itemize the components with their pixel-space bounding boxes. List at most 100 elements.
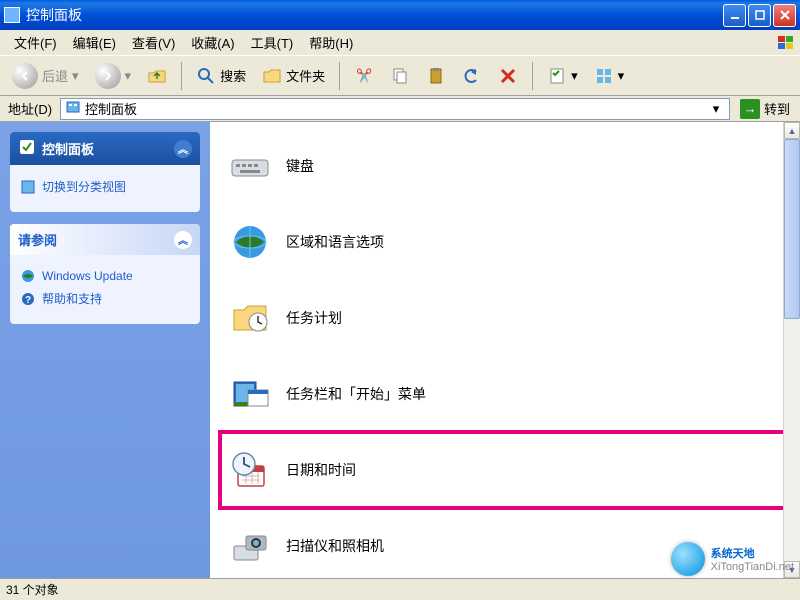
datetime-icon xyxy=(228,448,272,492)
chevron-down-icon: ▾ xyxy=(125,68,132,84)
vertical-scrollbar[interactable]: ▲ ▼ xyxy=(783,122,800,578)
window-controls xyxy=(723,4,796,27)
clipboard-icon xyxy=(426,66,446,86)
item-regional[interactable]: 区域和语言选项 xyxy=(220,204,790,280)
undo-button[interactable] xyxy=(456,62,488,90)
switch-view-link[interactable]: 切换到分类视图 xyxy=(20,175,190,198)
toolbar: 后退 ▾ ▾ 搜索 文件夹 ✂️ ▾ ▾ xyxy=(0,56,800,96)
title-bar: 控制面板 xyxy=(0,0,800,30)
menu-tools[interactable]: 工具(T) xyxy=(243,31,302,54)
item-scheduled-tasks[interactable]: 任务计划 xyxy=(220,280,790,356)
panel-body: 切换到分类视图 xyxy=(10,165,200,212)
windows-flag-icon xyxy=(776,34,796,52)
back-icon xyxy=(12,63,38,89)
paste-button[interactable] xyxy=(420,62,452,90)
delete-icon xyxy=(498,66,518,86)
back-button[interactable]: 后退 ▾ xyxy=(6,59,85,93)
item-scanners[interactable]: 扫描仪和照相机 xyxy=(220,508,790,578)
app-icon xyxy=(4,7,20,23)
chevron-down-icon: ▾ xyxy=(571,68,578,84)
panel-control-panel: 控制面板 ︽ 切换到分类视图 xyxy=(10,132,200,212)
panel-see-also: 请参阅 ︽ Windows Update ? 帮助和支持 xyxy=(10,224,200,324)
scroll-down-button[interactable]: ▼ xyxy=(784,561,800,578)
scissors-icon: ✂️ xyxy=(354,66,374,86)
scroll-up-button[interactable]: ▲ xyxy=(784,122,800,139)
scroll-thumb[interactable] xyxy=(784,139,800,319)
menu-file[interactable]: 文件(F) xyxy=(6,31,65,54)
svg-text:?: ? xyxy=(25,295,31,306)
menu-edit[interactable]: 编辑(E) xyxy=(65,31,124,54)
copy-button[interactable] xyxy=(384,62,416,90)
sidebar: 控制面板 ︽ 切换到分类视图 请参阅 ︽ Windows Update xyxy=(0,122,210,578)
help-support-link[interactable]: ? 帮助和支持 xyxy=(20,287,190,310)
taskbar-icon xyxy=(228,372,272,416)
chevron-down-icon: ▾ xyxy=(72,68,79,84)
views-button[interactable]: ▾ xyxy=(588,62,631,90)
item-label: 键盘 xyxy=(286,156,314,176)
cut-button[interactable]: ✂️ xyxy=(348,62,380,90)
separator xyxy=(339,62,340,90)
folders-label: 文件夹 xyxy=(286,66,325,85)
properties-icon xyxy=(547,66,567,86)
item-label: 日期和时间 xyxy=(286,460,356,480)
undo-icon xyxy=(462,66,482,86)
collapse-icon[interactable]: ︽ xyxy=(174,140,192,158)
close-button[interactable] xyxy=(773,4,796,27)
panel-title: 请参阅 xyxy=(18,230,57,249)
go-arrow-icon: → xyxy=(740,99,760,119)
status-bar: 31 个对象 xyxy=(0,578,800,600)
item-label: 区域和语言选项 xyxy=(286,232,384,252)
content-area: 键盘 区域和语言选项 任务计划 任务栏和「开始」菜单 日期和时间 扫描仪和照相机… xyxy=(210,122,800,578)
go-label: 转到 xyxy=(764,99,790,118)
keyboard-icon xyxy=(228,144,272,188)
folders-button[interactable]: 文件夹 xyxy=(256,62,331,90)
folders-icon xyxy=(262,66,282,86)
link-label: Windows Update xyxy=(42,269,133,283)
check-icon xyxy=(18,138,36,159)
body: 控制面板 ︽ 切换到分类视图 请参阅 ︽ Windows Update xyxy=(0,122,800,578)
address-dropdown[interactable]: ▾ xyxy=(707,101,725,117)
menu-help[interactable]: 帮助(H) xyxy=(301,31,361,54)
forward-icon xyxy=(95,63,121,89)
item-datetime[interactable]: 日期和时间 xyxy=(220,432,790,508)
chevron-down-icon: ▾ xyxy=(618,68,625,84)
up-button[interactable] xyxy=(141,62,173,90)
panel-body: Windows Update ? 帮助和支持 xyxy=(10,255,200,324)
windows-update-link[interactable]: Windows Update xyxy=(20,265,190,287)
item-label: 任务栏和「开始」菜单 xyxy=(286,384,426,404)
address-bar: 地址(D) 控制面板 ▾ → 转到 xyxy=(0,96,800,122)
maximize-button[interactable] xyxy=(748,4,771,27)
separator xyxy=(532,62,533,90)
item-label: 任务计划 xyxy=(286,308,342,328)
copy-icon xyxy=(390,66,410,86)
status-text: 31 个对象 xyxy=(6,581,59,598)
help-icon: ? xyxy=(20,291,36,307)
views-icon xyxy=(594,66,614,86)
delete-button[interactable] xyxy=(492,62,524,90)
camera-icon xyxy=(228,524,272,568)
panel-header[interactable]: 控制面板 ︽ xyxy=(10,132,200,165)
folder-clock-icon xyxy=(228,296,272,340)
go-button[interactable]: → 转到 xyxy=(734,99,796,119)
menu-bar: 文件(F) 编辑(E) 查看(V) 收藏(A) 工具(T) 帮助(H) xyxy=(0,30,800,56)
item-taskbar[interactable]: 任务栏和「开始」菜单 xyxy=(220,356,790,432)
minimize-button[interactable] xyxy=(723,4,746,27)
back-label: 后退 xyxy=(42,66,68,85)
forward-button[interactable]: ▾ xyxy=(89,59,138,93)
properties-button[interactable]: ▾ xyxy=(541,62,584,90)
separator xyxy=(181,62,182,90)
panel-header[interactable]: 请参阅 ︽ xyxy=(10,224,200,255)
folder-up-icon xyxy=(147,66,167,86)
search-label: 搜索 xyxy=(220,66,246,85)
collapse-icon[interactable]: ︽ xyxy=(174,231,192,249)
item-keyboard[interactable]: 键盘 xyxy=(220,128,790,204)
category-view-icon xyxy=(20,179,36,195)
address-value: 控制面板 xyxy=(85,99,137,118)
menu-favorites[interactable]: 收藏(A) xyxy=(183,31,242,54)
item-label: 扫描仪和照相机 xyxy=(286,536,384,556)
search-button[interactable]: 搜索 xyxy=(190,62,252,90)
menu-view[interactable]: 查看(V) xyxy=(124,31,183,54)
address-field[interactable]: 控制面板 ▾ xyxy=(60,98,730,120)
link-label: 帮助和支持 xyxy=(42,290,102,307)
window-title: 控制面板 xyxy=(26,5,723,25)
